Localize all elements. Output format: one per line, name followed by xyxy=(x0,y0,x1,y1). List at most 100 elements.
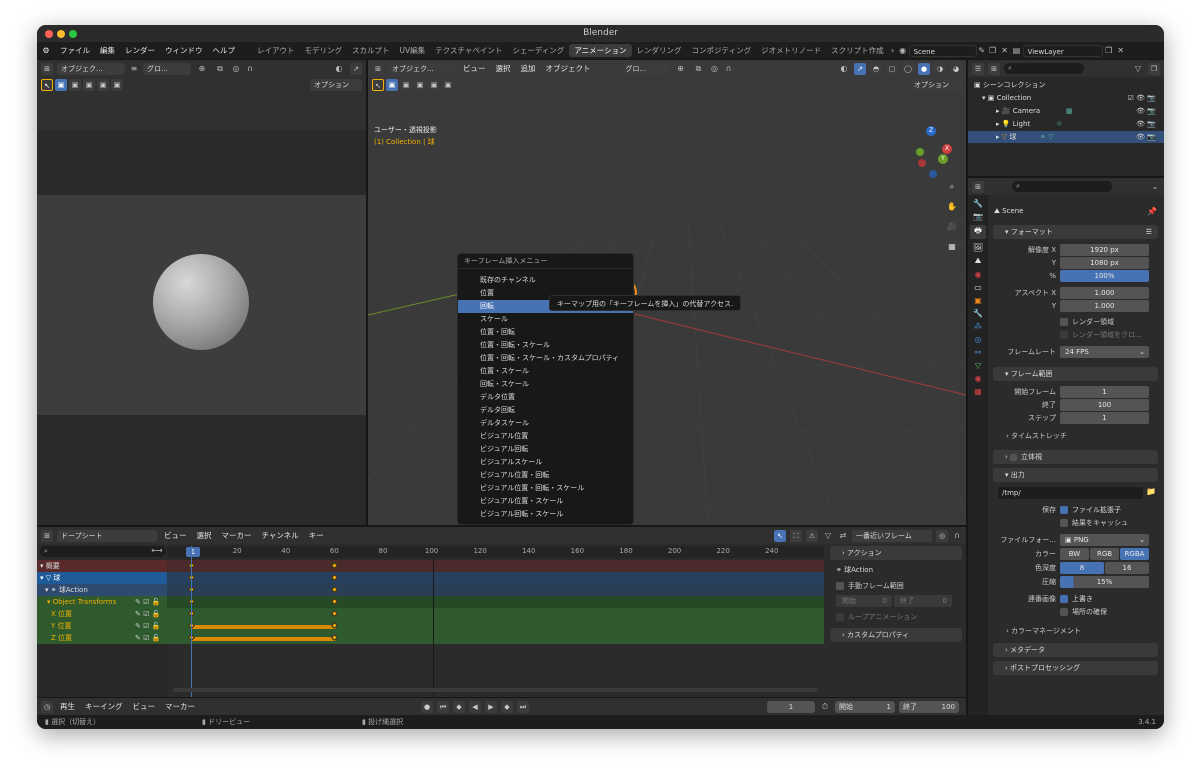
aspect-x-field[interactable]: 1.000 xyxy=(1060,287,1149,299)
viewport-options-dropdown[interactable]: オプション xyxy=(910,79,962,91)
new-collection-icon[interactable]: ❐ xyxy=(1148,62,1160,75)
custom-props-section[interactable]: › カスタムプロパティ xyxy=(830,628,962,642)
tl-menu-keying[interactable]: キーイング xyxy=(82,701,126,712)
object-tab-icon[interactable]: ▣ xyxy=(974,296,982,305)
options-icon[interactable]: ⌄ xyxy=(1150,182,1160,191)
jump-end-icon[interactable]: ⏭ xyxy=(517,700,529,713)
object-mode-dropdown[interactable]: オブジェク... xyxy=(57,62,125,75)
action-start-field[interactable]: 開始 0 xyxy=(836,595,892,607)
view-layer-selector[interactable]: ViewLayer xyxy=(1022,44,1103,57)
pin-icon[interactable]: 📌 xyxy=(1147,207,1157,216)
action-section-header[interactable]: › アクション xyxy=(830,546,962,560)
record-icon[interactable]: ● xyxy=(421,700,433,713)
material-tab-icon[interactable]: ◉ xyxy=(975,374,982,383)
viewport-menu-add[interactable]: 追加 xyxy=(518,63,539,74)
new-scene-icon[interactable]: ❐ xyxy=(987,46,999,55)
keyframe-menu-item[interactable]: ビジュアル位置・回転 xyxy=(458,469,633,482)
cache-result-checkbox[interactable]: 結果をキャッシュ xyxy=(1060,517,1128,529)
keyframe-menu-item[interactable]: 回転・スケール xyxy=(458,378,633,391)
filter-icon[interactable]: ▽ xyxy=(822,531,834,540)
keyframe-menu-item[interactable]: デルタスケール xyxy=(458,417,633,430)
world-tab-icon[interactable]: ◉ xyxy=(975,270,982,279)
shading-material-icon[interactable]: ◑ xyxy=(934,62,946,75)
dopesheet-mode-dropdown[interactable]: ドープシート xyxy=(57,529,157,542)
format-section[interactable]: ▾ フォーマット ☰ xyxy=(993,225,1158,239)
jump-start-icon[interactable]: ⏮ xyxy=(437,700,449,713)
falloff-icon[interactable]: ∩ xyxy=(724,64,734,73)
gizmo-y-axis[interactable]: Y xyxy=(938,154,948,164)
menu-file[interactable]: ファイル xyxy=(55,45,95,56)
select-invert-icon[interactable]: ▣ xyxy=(428,79,440,91)
keyframe-menu-item[interactable]: ビジュアルスケール xyxy=(458,456,633,469)
select-invert-icon[interactable]: ▣ xyxy=(97,79,109,91)
timeline-start-field[interactable]: 開始 1 xyxy=(835,700,895,713)
editor-type-icon[interactable]: ◷ xyxy=(41,700,53,713)
tab-rendering[interactable]: レンダリング xyxy=(632,44,687,57)
gizmo-neg-x[interactable] xyxy=(918,159,926,167)
keyframe-menu-item[interactable]: 既存のチャンネル xyxy=(458,274,633,287)
modifier-tab-icon[interactable]: 🔧 xyxy=(973,309,983,318)
postprocessing-section[interactable]: › ポストプロセッシング xyxy=(993,661,1158,675)
viewport-mode-dropdown[interactable]: オブジェク... xyxy=(388,62,456,75)
select-extend-icon[interactable]: ▣ xyxy=(69,79,81,91)
next-key-icon[interactable]: ◆ xyxy=(501,700,513,713)
folder-icon[interactable]: 📁 xyxy=(1146,487,1156,496)
stopwatch-icon[interactable]: ⏱ xyxy=(819,702,831,712)
gizmo-x-axis[interactable]: X xyxy=(942,144,952,154)
zoom-window-button[interactable] xyxy=(69,30,77,38)
color-bw-button[interactable]: BW xyxy=(1060,548,1089,560)
ds-menu-key[interactable]: キー xyxy=(306,530,327,541)
tl-menu-playback[interactable]: 再生 xyxy=(57,701,78,712)
channel-group[interactable]: ▾ Object Transforms ✎ ☑ 🔓 xyxy=(37,596,167,608)
visibility-icon[interactable]: ◐ xyxy=(332,64,346,73)
channel-z-location[interactable]: Z 位置 ✎ ☑ 🔓 xyxy=(37,632,167,644)
scene-selector[interactable]: Scene xyxy=(908,44,977,57)
file-ext-checkbox[interactable]: ファイル拡張子 xyxy=(1060,504,1121,516)
frame-range-section[interactable]: ▾ フレーム範囲 xyxy=(993,367,1158,381)
ds-menu-marker[interactable]: マーカー xyxy=(219,530,255,541)
pivot-icon[interactable]: ⊕ xyxy=(195,64,209,73)
select-subtract-icon[interactable]: ▣ xyxy=(414,79,426,91)
select-subtract-icon[interactable]: ▣ xyxy=(83,79,95,91)
menu-edit[interactable]: 編集 xyxy=(95,45,120,56)
keyframe-menu-item[interactable]: 位置・回転 xyxy=(458,326,633,339)
color-rgb-button[interactable]: RGB xyxy=(1090,548,1119,560)
tab-animation[interactable]: アニメーション xyxy=(569,44,632,57)
tool-tab-icon[interactable]: 🔧 xyxy=(973,199,983,208)
action-end-field[interactable]: 終了 0 xyxy=(894,595,952,607)
collection-tab-icon[interactable]: ▭ xyxy=(974,283,982,292)
editor-type-icon[interactable]: ⊞ xyxy=(372,62,384,75)
scene-tab-icon[interactable]: ⛰ xyxy=(975,256,982,266)
crop-region-checkbox[interactable]: レンダー領域をクロ... xyxy=(1060,330,1142,340)
outliner-collection[interactable]: ▾ ▣ Collection ☑ 👁 📷 xyxy=(968,92,1164,104)
ds-menu-view[interactable]: ビュー xyxy=(161,530,190,541)
select-intersect-icon[interactable]: ▣ xyxy=(111,79,123,91)
keyframe-menu-item[interactable]: ビジュアル回転・スケール xyxy=(458,508,633,521)
keyframe-menu-item[interactable]: デルタ回転 xyxy=(458,404,633,417)
filter-icon[interactable]: ▽ xyxy=(1132,64,1144,73)
manual-range-checkbox[interactable]: 手動フレーム範囲 xyxy=(836,581,904,591)
falloff-icon[interactable]: ∩ xyxy=(245,64,255,73)
delete-view-layer-icon[interactable]: ✕ xyxy=(1115,46,1127,55)
proportional-edit-icon[interactable]: ◎ xyxy=(936,529,948,542)
ds-menu-select[interactable]: 選択 xyxy=(194,530,215,541)
loop-animation-checkbox[interactable]: ループアニメーション xyxy=(836,612,917,622)
time-stretch-subpanel[interactable]: › タイムストレッチ xyxy=(1006,431,1067,441)
channel-y-location[interactable]: Y 位置 ✎ ☑ 🔓 xyxy=(37,620,167,632)
frame-start-field[interactable]: 1 xyxy=(1060,386,1149,398)
data-tab-icon[interactable]: ▽ xyxy=(975,361,981,370)
tab-scripting[interactable]: スクリプト作成 xyxy=(826,44,889,57)
viewport-transform-dropdown[interactable]: グロ... xyxy=(621,62,670,75)
delete-scene-icon[interactable]: ✕ xyxy=(999,46,1011,55)
proportional-icon[interactable]: ◎ xyxy=(231,64,241,73)
select-box-icon[interactable]: ▣ xyxy=(55,79,67,91)
channel-summary[interactable]: ▾ 概要 xyxy=(37,560,167,572)
compression-slider[interactable]: 15% xyxy=(1060,576,1149,588)
outliner-search-input[interactable]: ⌕ xyxy=(1004,63,1084,74)
select-extend-icon[interactable]: ▣ xyxy=(400,79,412,91)
frame-end-field[interactable]: 100 xyxy=(1060,399,1149,411)
gizmo-z-axis[interactable]: Z xyxy=(926,126,936,136)
keyframe-menu-item[interactable]: スケール xyxy=(458,313,633,326)
zoom-icon[interactable]: ⌕ xyxy=(945,182,959,196)
tab-uv[interactable]: UV編集 xyxy=(395,44,431,57)
